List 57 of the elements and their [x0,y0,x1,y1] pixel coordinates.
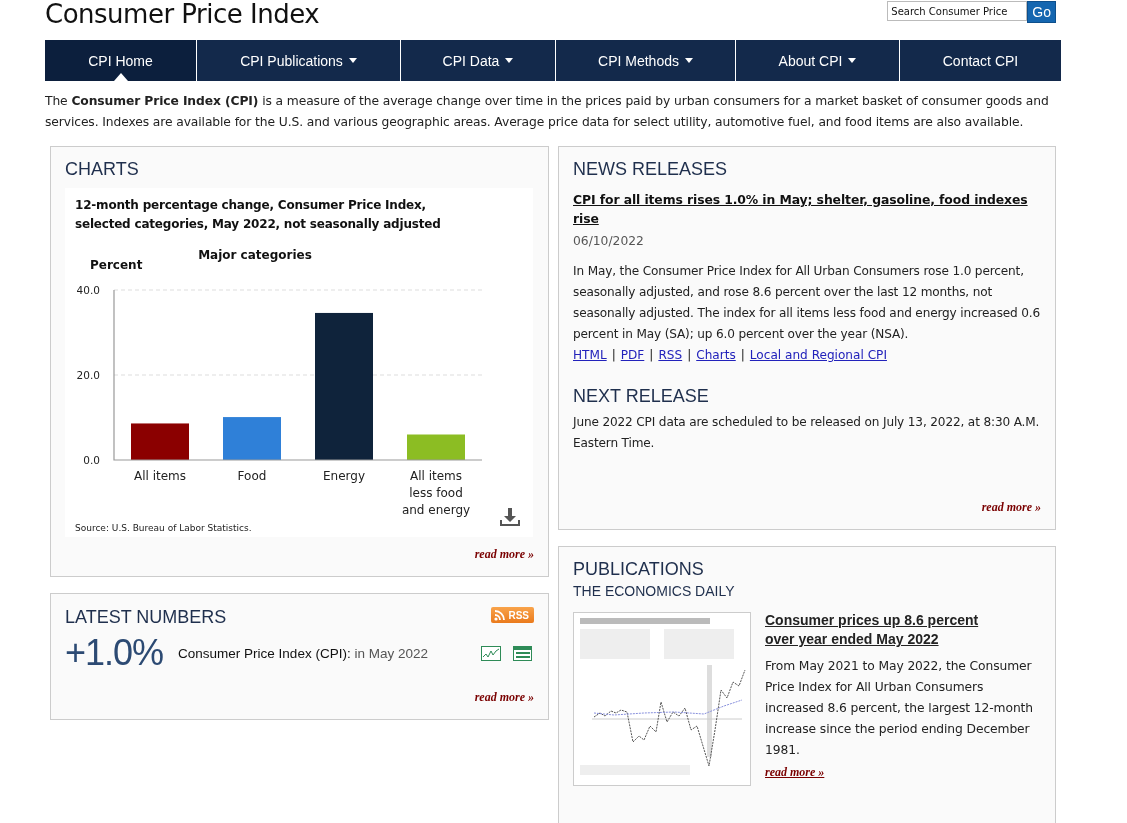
chart-source: Source: U.S. Bureau of Labor Statistics. [75,523,252,533]
go-button[interactable]: Go [1027,1,1056,23]
line-chart-icon[interactable] [481,645,501,661]
article-summary: From May 2021 to May 2022, the Consumer Price Index for All Urban Consumers increased 8.6 percent, the largest 12-month increase since the period ending December 1981. [765,658,1034,759]
tick-label: 40.0 [76,284,100,296]
caret-icon [505,58,514,63]
nav-tab[interactable]: CPI Publications [197,40,401,81]
read-more-link[interactable]: read more » [474,690,534,705]
latest-label: Consumer Price Index (CPI): in May 2022 [178,645,428,661]
link-separator: | [649,347,654,364]
release-link[interactable]: HTML [573,345,607,366]
intro-paragraph: The Consumer Price Index (CPI) is a measure of the average change over time in the prices paid by urban consumers for a market basket of consumer goods and services. Indexes are available for the U.S. and various geographic areas. Average price data for select utility, automotive fuel, and food items are also available. [45,93,1050,131]
section-heading: PUBLICATIONS [573,559,704,580]
chart-title: 12-month percentage change, Consumer Price Index, selected categories, May 2022, not seasonally adjusted [75,197,442,233]
link-separator: | [611,347,616,364]
category-label: All items [133,469,187,483]
page-title: Consumer Price Index [45,0,320,28]
download-icon[interactable] [500,508,520,526]
release-link[interactable]: Local and Regional CPI [749,345,887,366]
read-more-link[interactable]: read more » [474,547,534,562]
active-tab-marker [113,73,128,81]
release-link[interactable]: PDF [620,345,645,366]
nav-tab[interactable]: CPI Data [401,40,556,81]
article-headline-link[interactable]: Consumer prices up 8.6 percent over year ended May 2022 [765,611,1001,649]
section-subheading: THE ECONOMICS DAILY [573,583,736,599]
nav-tab[interactable]: Contact CPI [900,40,1061,81]
next-release-text: June 2022 CPI data are scheduled to be released on July 13, 2022, at 8:30 A.M. Eastern Time. [573,414,1041,452]
link-separator: | [687,347,692,364]
release-link[interactable]: Charts [696,345,736,366]
category-label: Food [237,469,267,483]
caret-icon [348,58,357,63]
headline-link[interactable]: CPI for all items rises 1.0% in May; shelter, gasoline, food indexes rise [573,190,1041,228]
chart-subtitle: Major categories [198,248,312,262]
release-date: 06/10/2022 [573,234,645,248]
nav-tab[interactable]: CPI Home [45,40,197,81]
category-label: Energy [323,469,365,483]
read-more-link[interactable]: read more » [765,765,825,779]
section-heading: NEWS RELEASES [573,159,729,180]
release-link[interactable]: RSS [658,345,683,366]
caret-icon [684,58,693,63]
section-heading: CHARTS [65,159,139,180]
tick-label: 0.0 [83,454,100,466]
read-more-link[interactable]: read more » [981,500,1041,515]
caret-icon [848,58,857,63]
feed-icon [494,609,506,621]
section-heading: LATEST NUMBERS [65,607,227,628]
search-field[interactable]: Search Consumer Price [887,1,1028,21]
latest-value: +1.0% [65,632,164,674]
tick-label: 20.0 [76,369,100,381]
nav-tab[interactable]: About CPI [736,40,900,81]
release-summary: In May, the Consumer Price Index for All Urban Consumers rose 1.0 percent, seasonally adjusted, and rose 8.6 percent over the last 12 months, not seasonally adjusted. The index for all items less food and energy increased 0.6 percent in May (SA); up 6.0 percent over the year (NSA). [573,263,1041,343]
nav-tab[interactable]: CPI Methods [556,40,736,81]
axis-title: Percent [90,258,143,272]
section-heading: NEXT RELEASE [573,386,710,407]
link-separator: | [740,347,745,364]
table-icon[interactable] [513,645,532,661]
category-label: All items less food and energy [401,469,471,517]
